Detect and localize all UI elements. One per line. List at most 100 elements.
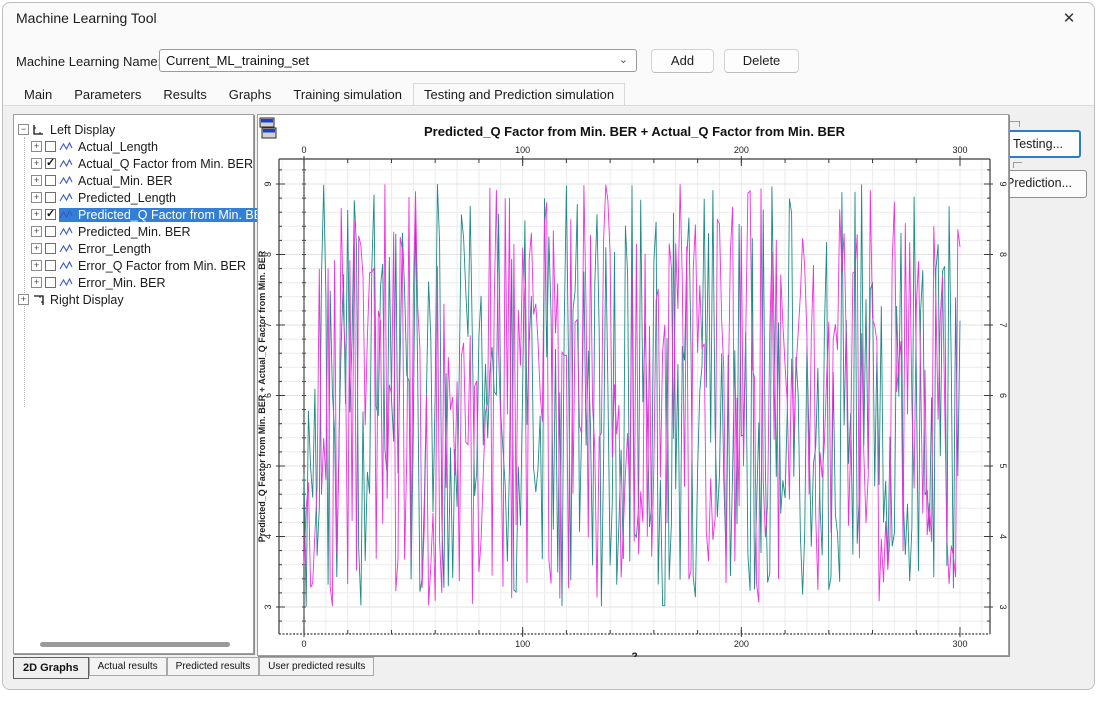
- ml-name-value: Current_ML_training_set: [166, 53, 309, 68]
- y-tick-label-right: 5: [998, 463, 1008, 468]
- tree-item-label: Left Display: [48, 123, 117, 137]
- bottom-tab-actual-results[interactable]: Actual results: [89, 657, 167, 676]
- tree-item-predicted-length[interactable]: + Predicted_Length: [18, 189, 273, 206]
- series-checkbox[interactable]: [45, 243, 56, 254]
- main-tabstrip: MainParametersResultsGraphsTraining simu…: [13, 83, 625, 106]
- tree-item-actual-min-ber[interactable]: + Actual_Min. BER: [18, 172, 273, 189]
- machine-learning-tool-window: Machine Learning Tool ✕ Machine Learning…: [2, 2, 1095, 690]
- tree-item-body: Actual_Length: [59, 140, 160, 154]
- tree-item-body: Error_Length: [59, 242, 153, 256]
- mini-graph-icon: [59, 192, 73, 203]
- tree-item-actual-q-factor-from-min-ber[interactable]: + Actual_Q Factor from Min. BER: [18, 155, 273, 172]
- bottom-tab-2d-graphs[interactable]: 2D Graphs: [13, 657, 89, 679]
- expand-icon[interactable]: +: [31, 277, 42, 288]
- y-tick-label-left: 3: [263, 604, 273, 609]
- tab-parameters[interactable]: Parameters: [63, 83, 152, 106]
- tree-item-body: Actual_Min. BER: [59, 174, 174, 188]
- add-button[interactable]: Add: [651, 49, 714, 73]
- x-tick-label-top: 200: [734, 145, 749, 155]
- ml-name-combobox[interactable]: Current_ML_training_set ⌄: [159, 49, 637, 72]
- tab-graphs[interactable]: Graphs: [218, 83, 283, 106]
- titlebar: Machine Learning Tool ✕: [3, 3, 1094, 35]
- tree-item-body: Predicted_Q Factor from Min. BER: [59, 208, 273, 222]
- tab-content-area: Testing... Prediction... −Left Display+A…: [3, 105, 1094, 690]
- series-checkbox[interactable]: [45, 226, 56, 237]
- tree-item-label: Predicted_Length: [76, 191, 178, 205]
- tree-item-error-length[interactable]: + Error_Length: [18, 240, 273, 257]
- x-tick-label-bottom: 100: [515, 639, 530, 649]
- x-tick-label-bottom: 0: [301, 639, 306, 649]
- bottom-tab-predicted-results[interactable]: Predicted results: [167, 657, 259, 676]
- tree-item-predicted-q-factor-from-min-ber[interactable]: + Predicted_Q Factor from Min. BER: [18, 206, 273, 223]
- expand-icon[interactable]: +: [31, 141, 42, 152]
- tree-item-error-min-ber[interactable]: + Error_Min. BER: [18, 274, 273, 291]
- display-tree: − Left Display + Actual_Length + Actual_Q Fac…: [18, 121, 273, 308]
- expand-icon[interactable]: +: [31, 175, 42, 186]
- collapse-icon[interactable]: −: [18, 124, 29, 135]
- chevron-down-icon[interactable]: ⌄: [619, 50, 628, 71]
- graph-panel: Predicted_Q Factor from Min. BER + Actua…: [257, 114, 1009, 656]
- tree-item-body: Right Display: [32, 293, 126, 307]
- horizontal-scrollbar-thumb[interactable]: [40, 642, 230, 647]
- series-checkbox[interactable]: [45, 209, 56, 220]
- series-checkbox[interactable]: [45, 192, 56, 203]
- ml-name-label: Machine Learning Name:: [16, 54, 161, 69]
- tree-item-body: Predicted_Length: [59, 191, 178, 205]
- expand-icon[interactable]: +: [31, 192, 42, 203]
- mini-graph-icon: [59, 175, 73, 186]
- tree-item-label: Error_Q Factor from Min. BER: [76, 259, 248, 273]
- mini-graph-icon: [59, 226, 73, 237]
- tree-item-label: Predicted_Min. BER: [76, 225, 193, 239]
- mini-graph-icon: [59, 243, 73, 254]
- qfactor-line-chart: 0010010020020030030033445566778899Predic…: [258, 115, 1010, 657]
- series-checkbox[interactable]: [45, 260, 56, 271]
- tab-testing-and-prediction-simulation[interactable]: Testing and Prediction simulation: [413, 83, 625, 105]
- series-checkbox[interactable]: [45, 141, 56, 152]
- y-tick-label-right: 6: [998, 393, 1008, 398]
- x-tick-label-top: 300: [952, 145, 967, 155]
- y-tick-label-right: 4: [998, 534, 1008, 539]
- expand-icon[interactable]: +: [31, 209, 42, 220]
- tree-item-label: Error_Length: [76, 242, 153, 256]
- tree-item-right-display[interactable]: + Right Display: [18, 291, 273, 308]
- tree-item-label: Actual_Q Factor from Min. BER: [76, 157, 255, 171]
- tree-item-body: Error_Min. BER: [59, 276, 168, 290]
- y-tick-label-right: 8: [998, 252, 1008, 257]
- mini-graph-icon: [59, 277, 73, 288]
- tab-main[interactable]: Main: [13, 83, 63, 106]
- y-tick-label-right: 3: [998, 604, 1008, 609]
- mini-graph-icon: [59, 209, 73, 220]
- expand-icon[interactable]: +: [31, 226, 42, 237]
- right-axes-icon: [32, 294, 45, 306]
- delete-button[interactable]: Delete: [724, 49, 799, 73]
- left-axes-icon: [32, 124, 45, 136]
- tree-item-left-display[interactable]: − Left Display: [18, 121, 273, 138]
- x-tick-label-bottom: 300: [952, 639, 967, 649]
- expand-icon[interactable]: +: [31, 260, 42, 271]
- expand-icon[interactable]: +: [31, 158, 42, 169]
- tree-item-predicted-min-ber[interactable]: + Predicted_Min. BER: [18, 223, 273, 240]
- y-tick-label-right: 9: [998, 181, 1008, 186]
- close-icon[interactable]: ✕: [1056, 7, 1082, 31]
- bottom-tab-user-predicted-results[interactable]: User predicted results: [259, 657, 374, 676]
- tree-item-body: Error_Q Factor from Min. BER: [59, 259, 248, 273]
- y-tick-label-right: 7: [998, 322, 1008, 327]
- tab-training-simulation[interactable]: Training simulation: [282, 83, 413, 106]
- tab-results[interactable]: Results: [152, 83, 217, 106]
- expand-icon[interactable]: +: [31, 243, 42, 254]
- series-checkbox[interactable]: [45, 277, 56, 288]
- y-axis-title: Predicted_Q Factor from Min. BER + Actua…: [258, 250, 267, 542]
- tree-item-error-q-factor-from-min-ber[interactable]: + Error_Q Factor from Min. BER: [18, 257, 273, 274]
- tree-item-label: Actual_Length: [76, 140, 160, 154]
- series-checkbox[interactable]: [45, 158, 56, 169]
- tree-item-body: Predicted_Min. BER: [59, 225, 193, 239]
- tree-item-body: Left Display: [32, 123, 117, 137]
- y-tick-label-left: 9: [263, 181, 273, 186]
- window-title: Machine Learning Tool: [16, 10, 157, 26]
- tree-item-body: Actual_Q Factor from Min. BER: [59, 157, 255, 171]
- series-checkbox[interactable]: [45, 175, 56, 186]
- tree-item-actual-length[interactable]: + Actual_Length: [18, 138, 273, 155]
- tree-item-label: Right Display: [48, 293, 126, 307]
- expand-icon[interactable]: +: [18, 294, 29, 305]
- display-tree-panel: − Left Display + Actual_Length + Actual_Q Fac…: [13, 114, 254, 654]
